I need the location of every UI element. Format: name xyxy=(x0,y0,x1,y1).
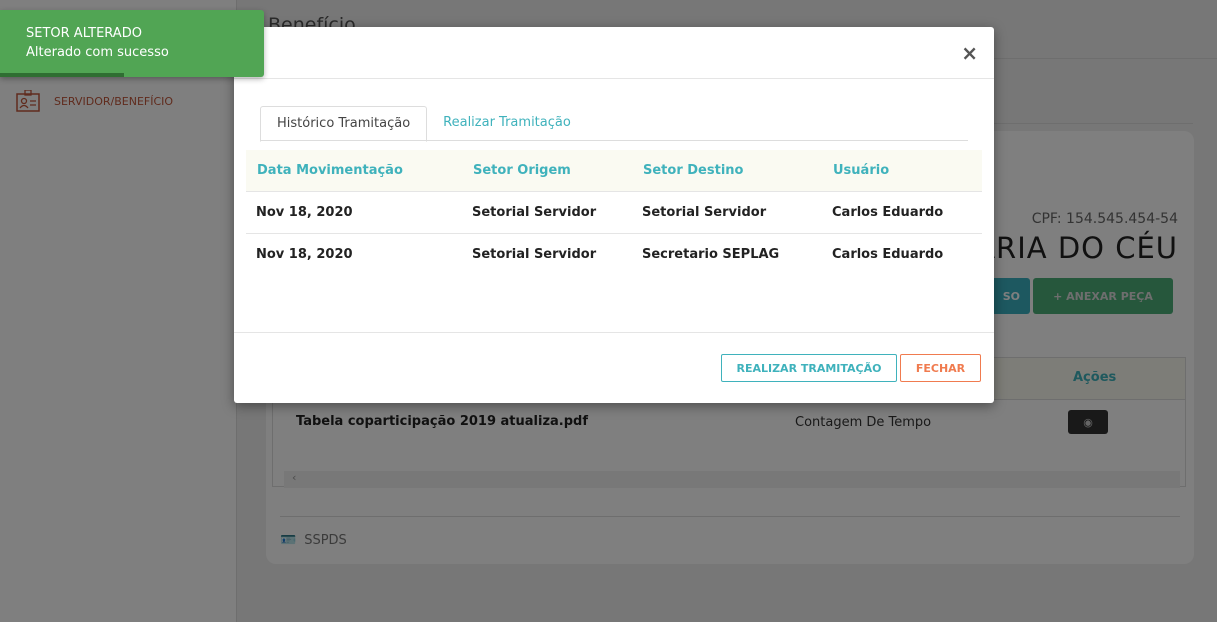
cell-date: Nov 18, 2020 xyxy=(256,205,353,220)
success-toast[interactable]: SETOR ALTERADO Alterado com sucesso xyxy=(0,10,264,77)
tab-realizar-tramitacao[interactable]: Realizar Tramitação xyxy=(427,106,587,140)
toast-progress-bar xyxy=(0,73,125,77)
modal-header: × xyxy=(234,27,994,79)
modal-tabs: Histórico Tramitação Realizar Tramitação xyxy=(260,106,968,142)
cell-destino: Secretario SEPLAG xyxy=(642,247,780,262)
table-row: Nov 18, 2020 Setorial Servidor Secretari… xyxy=(246,234,982,276)
realizar-tramitacao-button[interactable]: REALIZAR TRAMITAÇÃO xyxy=(721,354,897,382)
tab-historico-tramitacao[interactable]: Histórico Tramitação xyxy=(260,106,428,142)
fechar-button[interactable]: FECHAR xyxy=(900,354,981,382)
table-header: Data Movimentação Setor Origem Setor Des… xyxy=(246,150,982,192)
close-icon[interactable]: × xyxy=(961,41,978,65)
cell-usuario: Carlos Eduardo xyxy=(832,247,944,262)
cell-origem: Setorial Servidor xyxy=(472,247,597,262)
toast-title: SETOR ALTERADO xyxy=(26,26,142,41)
cell-usuario: Carlos Eduardo xyxy=(832,205,944,220)
tramitacao-modal: × Histórico Tramitação Realizar Tramitaç… xyxy=(234,27,994,403)
modal-footer-divider xyxy=(234,332,994,333)
column-header: Data Movimentação xyxy=(257,163,403,178)
toast-message: Alterado com sucesso xyxy=(26,45,169,60)
column-header: Setor Destino xyxy=(643,163,744,178)
cell-origem: Setorial Servidor xyxy=(472,205,597,220)
column-header: Usuário xyxy=(833,163,890,178)
table-row: Nov 18, 2020 Setorial Servidor Setorial … xyxy=(246,192,982,234)
cell-date: Nov 18, 2020 xyxy=(256,247,353,262)
cell-destino: Setorial Servidor xyxy=(642,205,767,220)
column-header: Setor Origem xyxy=(473,163,571,178)
historico-table: Data Movimentação Setor Origem Setor Des… xyxy=(246,150,982,276)
